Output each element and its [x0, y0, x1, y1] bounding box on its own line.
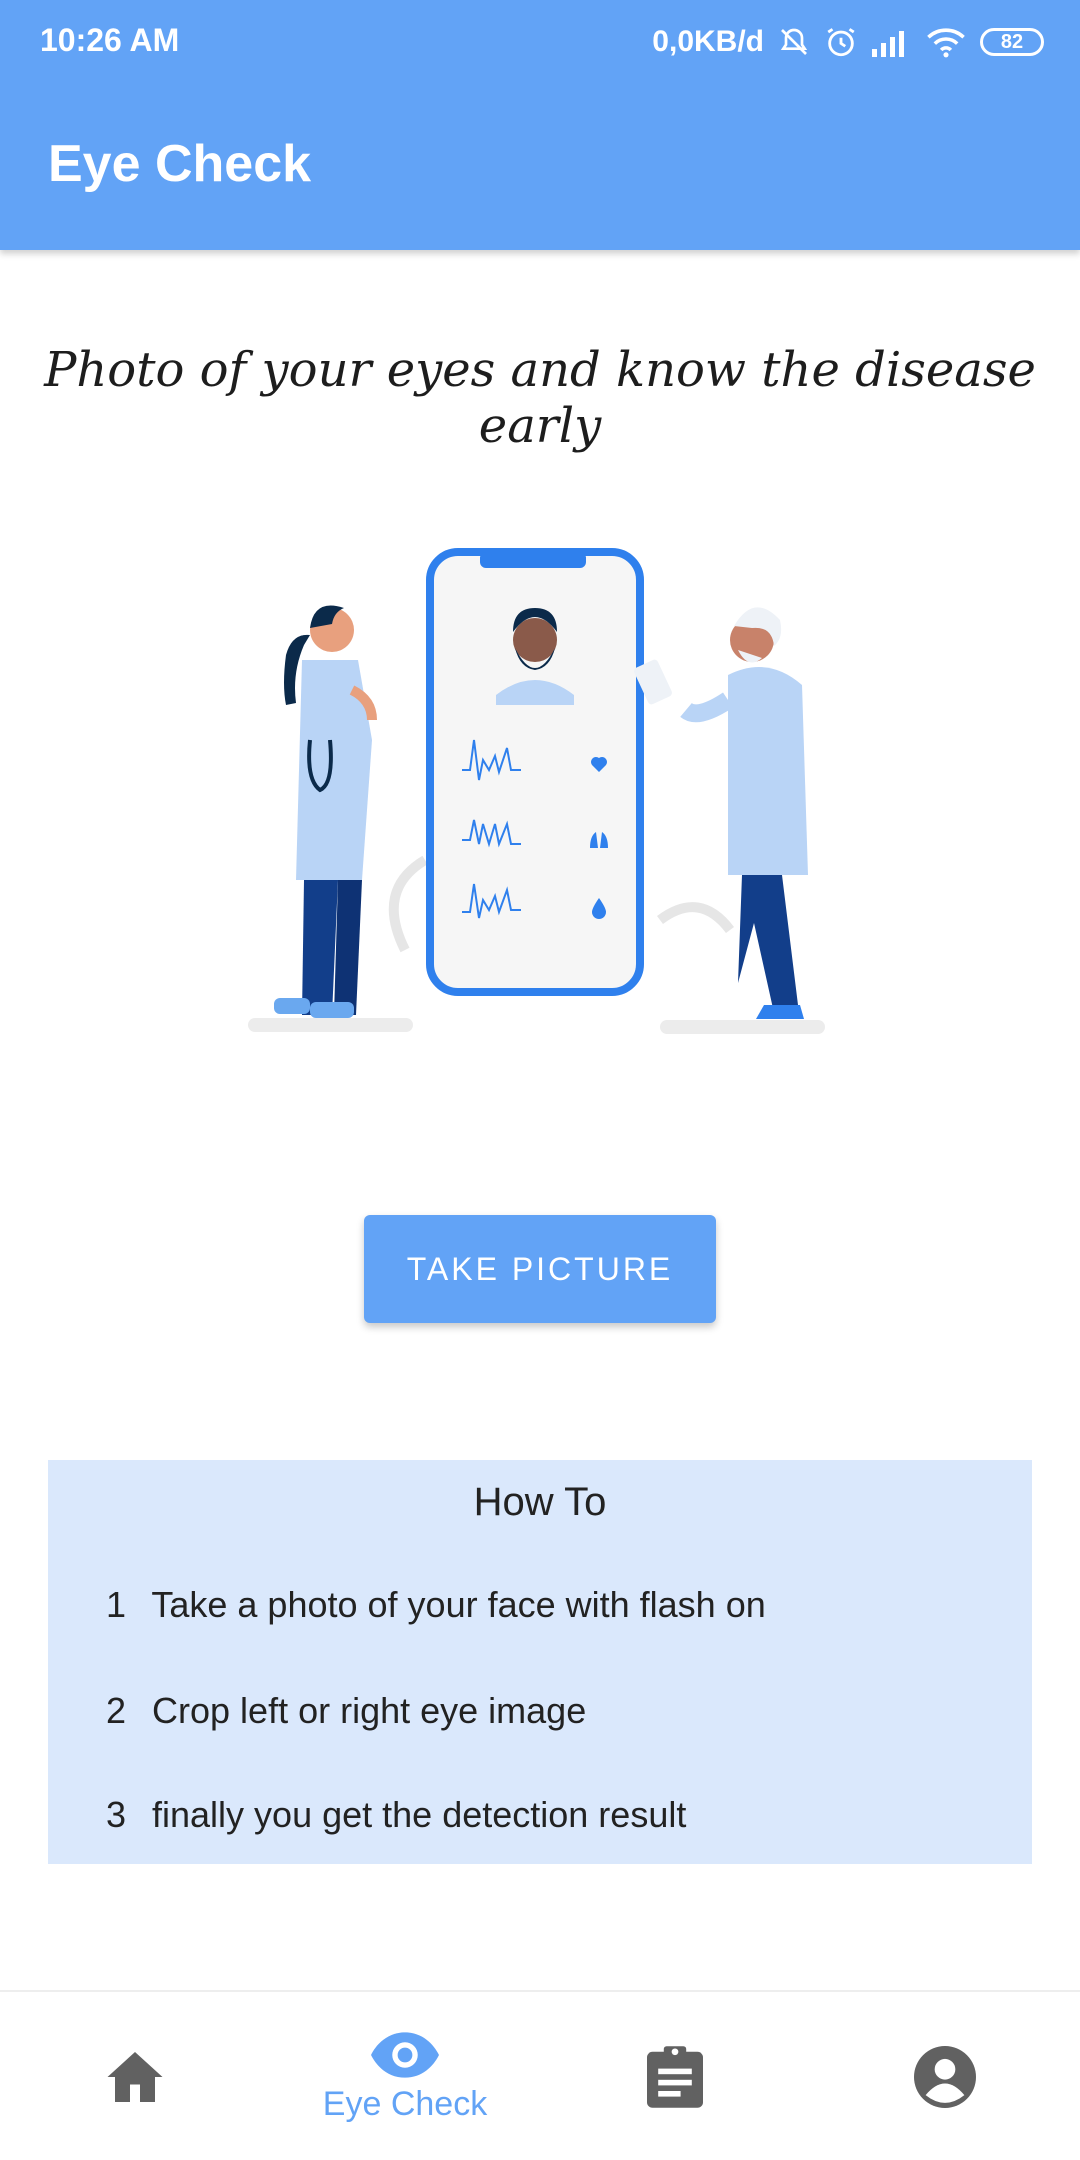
take-picture-button[interactable]: TAKE PICTURE: [364, 1215, 716, 1323]
howto-title: How To: [473, 1480, 607, 1524]
status-icons: 0,0KB/d 82: [652, 20, 1044, 64]
doctors-phone-illustration: [248, 548, 825, 1034]
eye-icon: [371, 2031, 439, 2078]
nav-label: Eye Check: [322, 2084, 488, 2123]
battery-icon: 82: [980, 28, 1044, 56]
howto-step: 3 finally you get the detection result: [106, 1794, 686, 1836]
howto-step: 1 Take a photo of your face with flash o…: [106, 1584, 766, 1626]
nav-profile[interactable]: [810, 1992, 1080, 2160]
signal-icon: [872, 31, 904, 57]
status-time: 10:26 AM: [40, 22, 180, 58]
home-icon: [107, 2052, 163, 2102]
step-number: 2: [106, 1690, 127, 1731]
step-text: Take a photo of your face with flash on: [151, 1584, 766, 1625]
app-header: 10:26 AM 0,0KB/d 82 Eye Check: [0, 0, 1080, 250]
account-icon: [914, 2046, 976, 2108]
step-text: finally you get the detection result: [152, 1794, 687, 1835]
tagline: Photo of your eyes and know the disease …: [44, 342, 1036, 454]
step-text: Crop left or right eye image: [152, 1690, 587, 1731]
status-bar: 10:26 AM 0,0KB/d 82: [0, 0, 1080, 84]
clipboard-icon: [647, 2046, 703, 2108]
network-speed: 0,0KB/d: [652, 25, 764, 58]
nav-eye-check[interactable]: Eye Check: [270, 1992, 540, 2160]
app-title: Eye Check: [48, 135, 312, 193]
nav-home[interactable]: [0, 1992, 270, 2160]
bottom-navigation: Eye Check: [0, 1990, 1080, 2160]
wifi-icon: [927, 28, 965, 58]
bell-off-icon: [780, 28, 808, 55]
step-number: 3: [106, 1794, 127, 1835]
alarm-icon: [827, 28, 855, 57]
step-number: 1: [106, 1584, 127, 1625]
howto-panel: How To 1 Take a photo of your face with …: [48, 1460, 1032, 1864]
howto-step: 2 Crop left or right eye image: [106, 1690, 586, 1732]
nav-history[interactable]: [540, 1992, 810, 2160]
